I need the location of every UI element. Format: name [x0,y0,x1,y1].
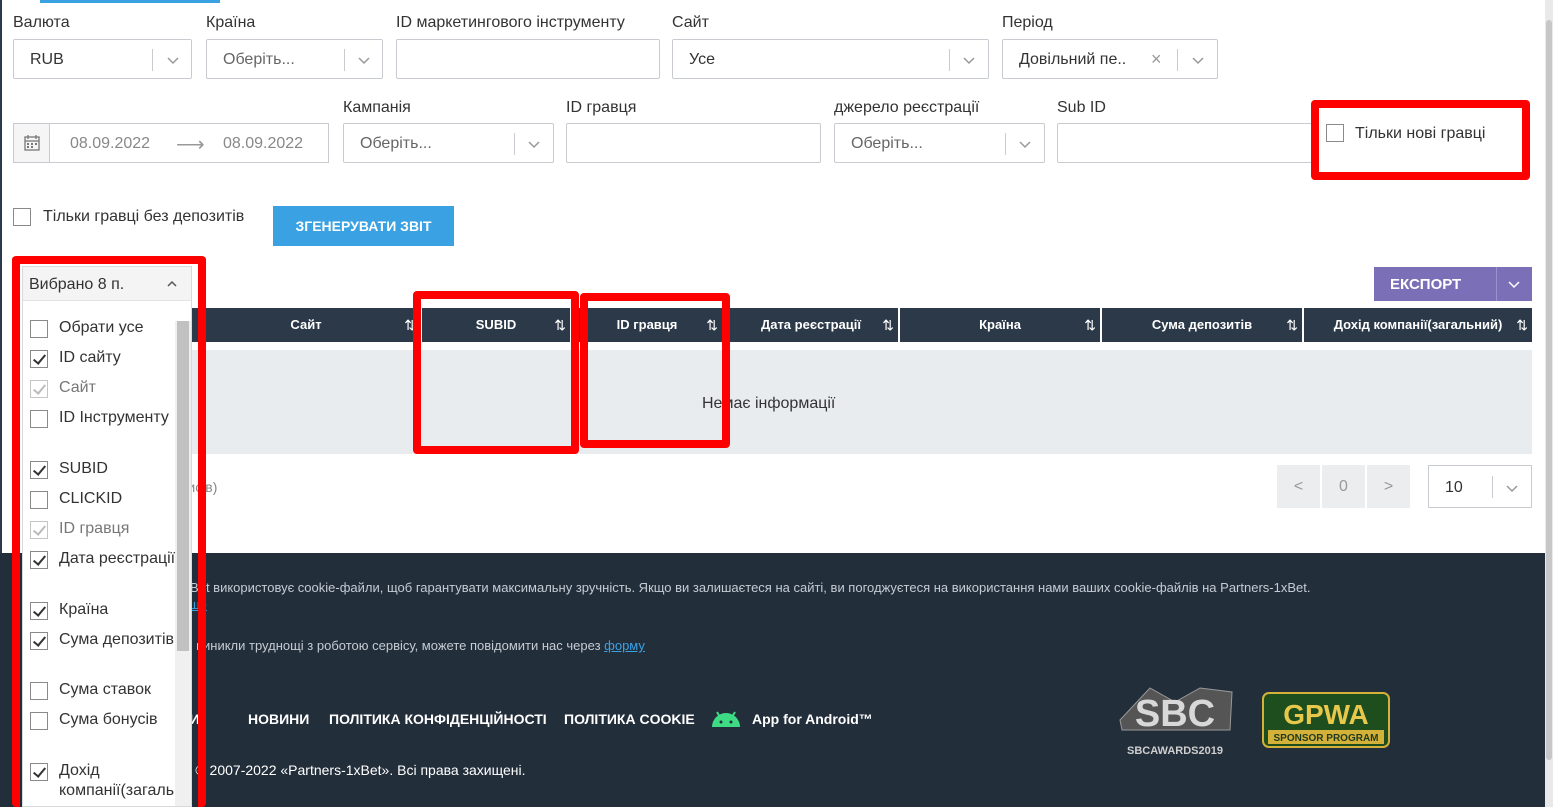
col-reg-date[interactable]: Дата реєстрації ⇅ [724,308,898,342]
prev-page-button[interactable]: < [1277,465,1320,508]
footer-link-android-app[interactable]: App for Android™ [752,711,873,727]
chevron-down-icon [1192,57,1204,65]
highlight-box [1311,100,1530,180]
highlight-box [12,256,206,807]
currency-label: Валюта [13,14,70,31]
export-label: ЕКСПОРТ [1390,276,1462,293]
svg-text:SBCAWARDS2019: SBCAWARDS2019 [1127,745,1223,757]
sbc-awards-logo: SBC SBCAWARDS2019 [1110,680,1240,760]
period-label: Період [1002,14,1053,31]
marketing-id-input[interactable] [396,39,660,79]
date-to[interactable]: 08.09.2022 [223,135,303,153]
trouble-notice: вас виникли труднощі з роботою сервісу, … [172,638,645,653]
chevron-down-icon [1506,485,1518,493]
export-button[interactable]: ЕКСПОРТ [1374,267,1532,301]
currency-select[interactable]: RUB [13,39,192,79]
country-placeholder: Оберіть... [223,51,295,68]
chevron-down-icon [528,141,540,149]
cookie-notice: -1xBet використовує cookie-файли, щоб га… [172,580,1311,595]
country-select[interactable]: Оберіть... [206,39,383,79]
currency-value: RUB [30,51,64,68]
left-edge [0,0,2,560]
chevron-down-icon [358,57,370,65]
site-label: Сайт [672,14,709,31]
generate-report-button[interactable]: ЗГЕНЕРУВАТИ ЗВІТ [273,206,454,246]
android-icon[interactable] [710,709,742,729]
page-scrollbar[interactable] [1545,0,1553,807]
sort-icon[interactable]: ⇅ [1286,308,1298,342]
sort-icon[interactable]: ⇅ [1516,308,1528,342]
gpwa-logo: GPWA SPONSOR PROGRAM [1262,692,1390,748]
period-select[interactable]: Довільний пе.. × [1002,39,1218,79]
subid-input[interactable] [1057,123,1319,163]
campaign-select[interactable]: Оберіть... [343,123,554,163]
footer-link-cookie[interactable]: ПОЛІТИКА COOKIE [564,711,695,727]
table-header: Сайт ⇅ SUBID ⇅ ID гравця ⇅ Дата реєстрації ⇅… [192,308,1532,342]
footer: -1xBet використовує cookie-файли, щоб га… [0,553,1545,807]
next-page-button[interactable]: > [1367,465,1410,508]
highlight-box [580,293,730,448]
date-range-picker[interactable]: 08.09.2022 ⟶ 08.09.2022 [13,123,329,163]
site-select[interactable]: Усе [672,39,989,79]
subid-label: Sub ID [1057,99,1106,116]
country-label: Країна [206,14,256,31]
col-site[interactable]: Сайт ⇅ [192,308,420,342]
feedback-form-link[interactable]: форму [604,638,645,653]
col-country[interactable]: Країна ⇅ [900,308,1100,342]
chevron-down-icon[interactable] [1506,276,1522,292]
current-page[interactable]: 0 [1322,465,1365,508]
period-value: Довільний пе.. [1019,51,1127,68]
svg-text:GPWA: GPWA [1283,699,1369,730]
sort-icon[interactable]: ⇅ [1084,308,1096,342]
per-page-value: 10 [1445,479,1463,496]
sort-icon[interactable]: ⇅ [882,308,894,342]
no-deposits-checkbox[interactable] [13,208,31,226]
highlight-box [413,291,579,454]
chevron-down-icon [1019,141,1031,149]
footer-link-news[interactable]: НОВИНИ [248,711,309,727]
calendar-icon[interactable] [14,124,50,162]
no-deposits-label: Тільки гравці без депозитів [43,208,245,225]
reg-source-placeholder: Оберіть... [851,135,923,152]
chevron-down-icon [963,57,975,65]
table-body: Немає інформації [192,350,1532,454]
clear-icon[interactable]: × [1151,49,1162,70]
campaign-label: Кампанія [343,99,411,116]
per-page-select[interactable]: 10 [1428,465,1532,508]
footer-link-privacy[interactable]: ПОЛІТИКА КОНФІДЕНЦІЙНОСТІ [329,711,547,727]
player-id-input[interactable] [566,123,821,163]
svg-text:SBC: SBC [1135,693,1215,735]
chevron-down-icon [167,57,179,65]
reg-source-label: джерело реєстрації [834,99,980,116]
page-scrollbar-thumb[interactable] [1546,20,1552,760]
campaign-placeholder: Оберіть... [360,135,432,152]
reg-source-select[interactable]: Оберіть... [834,123,1045,163]
col-company-income[interactable]: Дохід компанії(загальний) ⇅ [1304,308,1532,342]
site-value: Усе [689,51,715,68]
player-id-label: ID гравця [566,99,637,116]
svg-text:SPONSOR PROGRAM: SPONSOR PROGRAM [1273,733,1378,744]
date-from[interactable]: 08.09.2022 [70,135,150,153]
copyright: ght © 2007-2022 «Partners-1xBet». Всі пр… [172,762,526,778]
marketing-id-label: ID маркетингового інструменту [396,14,625,31]
arrow-right-icon: ⟶ [176,134,205,156]
col-deposits[interactable]: Сума депозитів ⇅ [1102,308,1302,342]
active-tab-indicator [40,0,220,3]
